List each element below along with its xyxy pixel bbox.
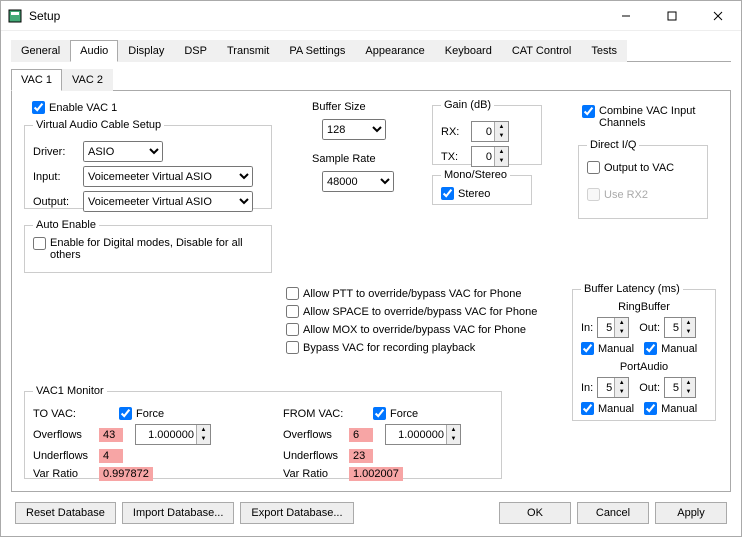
port-out-manual-checkbox[interactable]: Manual (644, 402, 697, 415)
gain-rx-spinner[interactable]: ▲▼ (471, 121, 509, 142)
export-database-button[interactable]: Export Database... (240, 502, 353, 524)
combine-vac-checkbox[interactable]: Combine VAC Input Channels (582, 105, 699, 129)
subtab-vac-1[interactable]: VAC 1 (11, 69, 62, 91)
ok-button[interactable]: OK (499, 502, 571, 524)
ring-in-manual-checkbox[interactable]: Manual (581, 342, 634, 355)
ring-in-spinner[interactable]: ▲▼ (597, 317, 629, 338)
title-bar: Setup (1, 1, 741, 31)
to-var-ratio-value: 0.997872 (99, 467, 153, 481)
sub-tabs: VAC 1VAC 2 (11, 68, 731, 91)
to-vac-force-checkbox[interactable]: Force (119, 407, 164, 420)
auto-enable-group: Auto Enable Enable for Digital modes, Di… (24, 219, 272, 273)
direct-iq-group: Direct I/Q Output to VAC Use RX2 (578, 139, 708, 219)
to-overflows-value: 43 (99, 428, 123, 442)
reset-database-button[interactable]: Reset Database (15, 502, 116, 524)
close-button[interactable] (695, 1, 741, 30)
allow-mox-checkbox[interactable]: Allow MOX to override/bypass VAC for Pho… (286, 323, 537, 336)
from-overflows-value: 6 (349, 428, 373, 442)
allow-ptt-checkbox[interactable]: Allow PTT to override/bypass VAC for Pho… (286, 287, 537, 300)
subtab-vac-2[interactable]: VAC 2 (62, 69, 113, 91)
allow-space-checkbox[interactable]: Allow SPACE to override/bypass VAC for P… (286, 305, 537, 318)
virtual-cable-group: Virtual Audio Cable Setup Driver: ASIO I… (24, 119, 272, 209)
app-icon (7, 8, 23, 24)
minimize-button[interactable] (603, 1, 649, 30)
to-underflows-value: 4 (99, 449, 123, 463)
buffer-latency-group: Buffer Latency (ms) RingBuffer In: ▲▼ Ou… (572, 283, 716, 421)
driver-select[interactable]: ASIO (83, 141, 163, 162)
port-out-spinner[interactable]: ▲▼ (664, 377, 696, 398)
port-in-spinner[interactable]: ▲▼ (597, 377, 629, 398)
setup-window: Setup GeneralAudioDisplayDSPTransmitPA S… (0, 0, 742, 537)
output-select[interactable]: Voicemeeter Virtual ASIO (83, 191, 253, 212)
mono-stereo-group: Mono/Stereo Stereo (432, 169, 532, 205)
tab-pane: Enable VAC 1 Virtual Audio Cable Setup D… (11, 91, 731, 492)
tab-tests[interactable]: Tests (581, 40, 627, 62)
tab-general[interactable]: General (11, 40, 70, 62)
gain-tx-spinner[interactable]: ▲▼ (471, 146, 509, 167)
maximize-button[interactable] (649, 1, 695, 30)
port-in-manual-checkbox[interactable]: Manual (581, 402, 634, 415)
from-vac-force-checkbox[interactable]: Force (373, 407, 418, 420)
tab-cat-control[interactable]: CAT Control (502, 40, 582, 62)
tab-pa-settings[interactable]: PA Settings (279, 40, 355, 62)
ring-out-spinner[interactable]: ▲▼ (664, 317, 696, 338)
ring-out-manual-checkbox[interactable]: Manual (644, 342, 697, 355)
input-select[interactable]: Voicemeeter Virtual ASIO (83, 166, 253, 187)
buffer-size-select[interactable]: 128 (322, 119, 386, 140)
tab-audio[interactable]: Audio (70, 40, 118, 62)
use-rx2-checkbox: Use RX2 (587, 188, 699, 201)
cancel-button[interactable]: Cancel (577, 502, 649, 524)
auto-enable-checkbox[interactable]: Enable for Digital modes, Disable for al… (33, 237, 263, 261)
footer-buttons: Reset Database Import Database... Export… (11, 492, 731, 528)
sample-rate-label: Sample Rate (312, 153, 376, 165)
import-database-button[interactable]: Import Database... (122, 502, 235, 524)
vac1-monitor-group: VAC1 Monitor TO VAC: Force Overflows 43 … (24, 385, 502, 479)
tab-keyboard[interactable]: Keyboard (435, 40, 502, 62)
to-vac-value-spinner[interactable]: ▲▼ (135, 424, 211, 445)
tab-display[interactable]: Display (118, 40, 174, 62)
tab-dsp[interactable]: DSP (174, 40, 217, 62)
output-to-vac-checkbox[interactable]: Output to VAC (587, 161, 699, 174)
tab-transmit[interactable]: Transmit (217, 40, 279, 62)
main-tabs: GeneralAudioDisplayDSPTransmitPA Setting… (11, 39, 731, 62)
sample-rate-select[interactable]: 48000 (322, 171, 394, 192)
bypass-vac-checkbox[interactable]: Bypass VAC for recording playback (286, 341, 537, 354)
window-title: Setup (29, 9, 603, 23)
tab-appearance[interactable]: Appearance (355, 40, 434, 62)
apply-button[interactable]: Apply (655, 502, 727, 524)
stereo-checkbox[interactable]: Stereo (441, 187, 523, 200)
buffer-size-label: Buffer Size (312, 101, 366, 113)
from-var-ratio-value: 1.002007 (349, 467, 403, 481)
gain-group: Gain (dB) RX: ▲▼ TX: ▲▼ (432, 99, 542, 165)
from-underflows-value: 23 (349, 449, 373, 463)
enable-vac1-checkbox[interactable]: Enable VAC 1 (32, 101, 117, 114)
from-vac-value-spinner[interactable]: ▲▼ (385, 424, 461, 445)
